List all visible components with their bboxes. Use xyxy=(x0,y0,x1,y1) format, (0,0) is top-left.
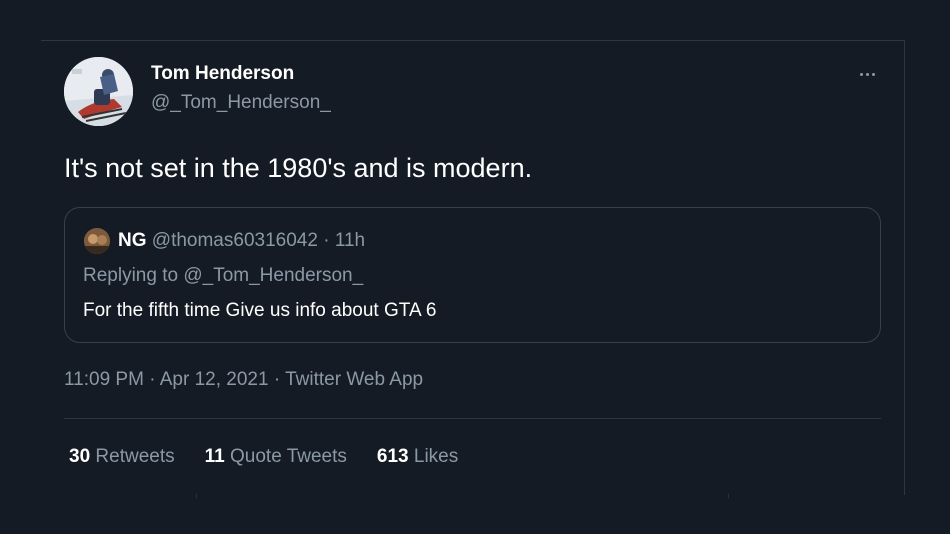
tweet-text: It's not set in the 1980's and is modern… xyxy=(64,153,533,183)
divider-tick xyxy=(728,494,729,498)
stat-count: 11 xyxy=(204,446,225,467)
author-handle[interactable]: @_Tom_Henderson_ xyxy=(151,92,331,114)
author-name[interactable]: Tom Henderson xyxy=(151,63,294,85)
quoted-author-avatar[interactable] xyxy=(84,228,110,254)
quoted-text: For the fifth time Give us info about GT… xyxy=(83,300,437,321)
quoted-separator: · xyxy=(317,230,335,251)
divider xyxy=(64,418,881,419)
quoted-author-name[interactable]: NG xyxy=(118,230,147,251)
quoted-replying-to: Replying to @_Tom_Henderson_ xyxy=(83,265,364,286)
stat-quote-tweets[interactable]: 11 Quote Tweets xyxy=(205,446,347,468)
quoted-header: NG @thomas60316042 · 11h xyxy=(118,230,365,252)
tweet-timestamp[interactable]: 11:09 PM · Apr 12, 2021 · Twitter Web Ap… xyxy=(64,369,423,391)
divider-tick xyxy=(196,494,197,498)
stat-retweets[interactable]: 30 Retweets xyxy=(69,446,175,468)
stat-count: 30 xyxy=(69,446,91,467)
quoted-author-handle[interactable]: @thomas60316042 xyxy=(152,230,318,251)
stat-label: Quote Tweets xyxy=(230,446,347,467)
stat-count: 613 xyxy=(376,446,409,467)
more-options-button[interactable] xyxy=(850,60,884,88)
engagement-stats: 30 Retweets 11 Quote Tweets 613 Likes xyxy=(69,446,458,468)
stat-likes[interactable]: 613 Likes xyxy=(377,446,458,468)
more-horizontal-icon xyxy=(859,72,875,76)
author-avatar[interactable] xyxy=(64,57,133,126)
quoted-age[interactable]: 11h xyxy=(335,230,365,251)
quoted-tweet[interactable]: NG @thomas60316042 · 11h Replying to @_T… xyxy=(64,207,881,343)
stat-label: Likes xyxy=(413,446,459,467)
stat-label: Retweets xyxy=(95,446,175,467)
